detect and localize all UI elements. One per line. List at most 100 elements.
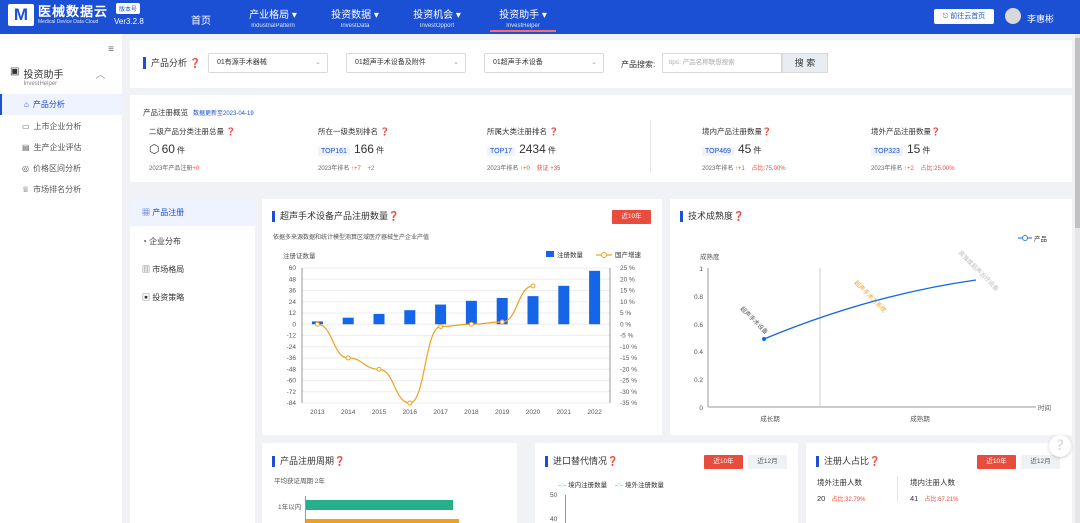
trophy-icon: ♕ [22, 185, 30, 194]
category-select-3[interactable]: 01超声手术设备 ⌄ [484, 53, 604, 73]
search-input[interactable]: tips: 产品名称联想搜索 [662, 53, 782, 73]
sidebar-item-product-analysis[interactable]: ⌂ 产品分析 [0, 94, 122, 115]
chevron-down-icon: ⌄ [315, 59, 321, 66]
y2-tick-label: -25 % [620, 378, 637, 385]
category-select-2[interactable]: 01超声手术设备及附件 ⌄ [346, 53, 466, 73]
y-tick-label: 50 [550, 492, 558, 499]
sidebar-item-listed-company[interactable]: ▭ 上市企业分析 [0, 116, 122, 137]
y2-tick-label: 25 % [620, 265, 635, 272]
growth-point [407, 400, 413, 406]
y-tick-label: 1 [699, 266, 703, 273]
y-tick-label: -24 [287, 344, 297, 351]
version-label: Ver3.2.8 [114, 17, 144, 26]
brand-name-en: Medical Device Data Cloud [38, 19, 99, 25]
sidebar-item-label: 价格区间分析 [32, 164, 81, 173]
sidebar-item-market-rank[interactable]: ♕ 市场排名分析 [0, 179, 122, 200]
target-icon: ◎ [22, 164, 29, 173]
last-12-months-button[interactable]: 近12月 [748, 455, 787, 469]
sidebar-item-label: 生产企业评估 [33, 143, 82, 152]
cloud-home-button[interactable]: ⎋ 前往云首页 [934, 9, 994, 24]
tab-label: 企业分布 [149, 237, 182, 246]
nav-sublabel: IndustrialPattern [251, 23, 295, 29]
bar [342, 317, 354, 325]
domestic-registrant-stat: 境内注册人数 41 占比:67.21% [910, 477, 958, 503]
search-button[interactable]: 搜 索 [782, 53, 828, 73]
y-axis-title: 注册证数量 [283, 251, 316, 260]
y2-tick-label: 5 % [620, 310, 631, 317]
nav-invest-data[interactable]: 投资数据 ▾ InvestData [314, 0, 396, 34]
stat-note: 2023年排名 [871, 166, 903, 172]
sidebar-group-sublabel: InvestHelper [23, 81, 58, 87]
x-tick-label: 2022 [587, 409, 602, 416]
stat-unit: 件 [376, 146, 385, 155]
stat-category-rank: 所属大类注册排名 ❓ TOP17 2434 件 2023年排名 ↑+0 获证 +3… [487, 126, 560, 172]
help-chat-button[interactable]: ❔ [1049, 435, 1071, 457]
tab-company-distribution[interactable]: ◔ 企业分布 [130, 228, 255, 255]
brand-name: 医械数据云 [38, 4, 109, 19]
nav-sublabel: InvestHelper [506, 23, 540, 29]
stat-total: 二级产品分类注册总量 ❓ ⬡ 60 件 2023年产品注册+0 [149, 126, 235, 172]
sidebar-item-producer-eval[interactable]: ▤ 生产企业评估 [0, 137, 122, 158]
tab-market-pattern[interactable]: ▥ 市场格局 [130, 256, 255, 283]
nav-invest-helper[interactable]: 投资助手 ▾ InvestHelper [478, 0, 568, 34]
home-icon: ⌂ [24, 100, 29, 109]
stat-value: 60 [161, 142, 175, 156]
help-icon: ❓ [380, 127, 390, 136]
sidebar-item-label: 市场排名分析 [33, 185, 82, 194]
period-title: 产品注册周期❓ [272, 456, 345, 467]
tab-invest-strategy[interactable]: ▣ 投资策略 [130, 284, 255, 311]
stage-growth-label: 成长期 [760, 414, 780, 423]
tab-product-registration[interactable]: ▦ 产品注册 [130, 199, 255, 226]
menu-collapse-icon[interactable]: ≡ [108, 44, 114, 55]
stat-pct: 占比:67.21% [924, 497, 959, 503]
y-tick-label: 36 [289, 288, 297, 295]
nav-home[interactable]: 首页 [170, 0, 232, 34]
growth-point [314, 321, 320, 327]
last-10-years-button[interactable]: 近10年 [612, 210, 651, 224]
scrollbar-thumb[interactable] [1075, 38, 1080, 228]
y-tick-label: 0 [699, 405, 703, 412]
last-10-years-button[interactable]: 近10年 [704, 455, 743, 469]
curve-label-a: 超声手术设备 [739, 305, 770, 336]
curve-label-c: 高强度超声治疗设备 [957, 249, 1001, 293]
search-label: 产品搜索: [621, 60, 656, 69]
x-tick-label: 2016 [403, 409, 418, 416]
y2-tick-label: -15 % [620, 355, 637, 362]
legend-domestic-label: 境内注册数量 [568, 482, 608, 489]
maturity-curve [763, 279, 977, 340]
sidebar-group-invest-helper[interactable]: ▣ 投资助手 InvestHelper ︿ [10, 66, 105, 87]
cloud-home-label: 前往云首页 [950, 13, 986, 20]
legend-foreign-marker: -○- [614, 482, 624, 489]
rank-tag: TOP17 [487, 147, 516, 156]
user-name[interactable]: 李惠彬 [1027, 12, 1054, 25]
last-10-years-button[interactable]: 近10年 [977, 455, 1016, 469]
legend-line-marker [601, 252, 607, 258]
y-tick-label: 0.6 [694, 322, 703, 329]
chevron-down-icon: ⌄ [453, 59, 459, 66]
growth-point [468, 321, 474, 327]
period-bar [306, 519, 459, 523]
y-tick-label: 0 [292, 321, 296, 328]
sidebar-item-price-range[interactable]: ◎ 价格区间分析 [0, 158, 122, 179]
rank-tag: TOP323 [871, 147, 903, 156]
period-bar [306, 500, 453, 510]
main-nav: 首页 产业格局 ▾ IndustrialPattern 投资数据 ▾ InvestD… [170, 0, 568, 34]
last-12-months-button[interactable]: 近12月 [1021, 455, 1060, 469]
stat-unit: 件 [922, 146, 931, 155]
foreign-registrant-stat: 境外注册人数 20 占比:32.79% [817, 477, 865, 503]
avatar[interactable] [1005, 8, 1021, 24]
monitor-icon: ▭ [22, 122, 30, 131]
doc-icon: ▤ [22, 143, 30, 152]
x-tick-label: 2017 [433, 409, 448, 416]
category-select-1[interactable]: 01有源手术器械 ⌄ [208, 53, 328, 73]
nav-industrial-pattern[interactable]: 产业格局 ▾ IndustrialPattern [232, 0, 314, 34]
brand-logo[interactable]: M 医械数据云 Medical Device Data Cloud [8, 4, 108, 26]
logo-icon: M [8, 4, 34, 26]
import-legend: -○- 境内注册数量 -○- 境外注册数量 [558, 479, 664, 489]
legend-bar-swatch [546, 251, 554, 257]
stat-domestic: 境内产品注册数量❓ TOP469 45 件 2023年排名 ↑+1 占比:75.0… [702, 126, 786, 172]
nav-invest-opport[interactable]: 投资机会 ▾ InvestOpport [396, 0, 478, 34]
filter-title: 产品分析 ❓ [143, 57, 201, 69]
help-icon: ❓ [762, 127, 772, 136]
stat-label: 境外产品注册数量 [871, 127, 931, 136]
